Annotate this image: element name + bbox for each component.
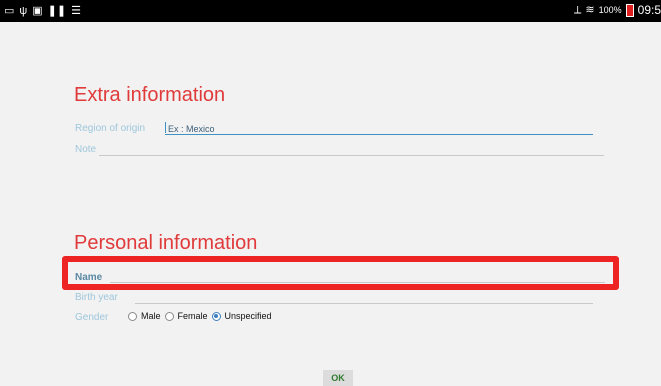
region-of-origin-input[interactable]: Ex : Mexico: [168, 124, 215, 134]
status-left-icons: ▭ ψ ▣ ❚❚ ☰: [4, 4, 81, 18]
note-label: Note: [75, 144, 97, 155]
gender-label: Gender: [75, 312, 109, 323]
gender-female-radio[interactable]: [164, 311, 174, 321]
name-field-highlight: [62, 256, 619, 290]
text-cursor: [165, 122, 166, 133]
status-right-icons: ⟂ ≋ 100% 09:5: [574, 3, 661, 17]
battery-percent: 100%: [598, 5, 622, 15]
clock: 09:5: [637, 3, 661, 17]
battery-icon: [625, 3, 634, 17]
gender-unspecified-radio[interactable]: [211, 311, 221, 321]
wifi-icon: ☰: [71, 5, 81, 17]
gender-male-radio[interactable]: [128, 311, 137, 321]
region-of-origin-label: Region of origin: [75, 123, 146, 134]
usb-icon: ψ: [19, 5, 28, 17]
gender-unspecified-label[interactable]: Unspecified: [225, 311, 272, 321]
birth-year-field[interactable]: [135, 303, 593, 304]
extra-information-title: Extra information: [74, 84, 226, 106]
region-of-origin-underline: [165, 134, 593, 135]
ok-button[interactable]: OK: [323, 370, 353, 386]
wifi-icon: ≋: [585, 4, 595, 16]
gender-female-label[interactable]: Female: [178, 311, 208, 321]
personal-information-title: Personal information: [74, 232, 258, 254]
screenshot-icon: ▣: [32, 5, 43, 17]
status-bar: ▭ ψ ▣ ❚❚ ☰ ⟂ ≋ 100% 09:5: [0, 0, 661, 22]
cast-icon: ▭: [4, 5, 15, 17]
pause-icon: ❚❚: [47, 5, 67, 17]
note-field[interactable]: [99, 155, 604, 156]
gender-radio-group: Male Female Unspecified: [128, 311, 272, 321]
no-signal-icon: ⟂: [574, 4, 582, 16]
gender-male-label[interactable]: Male: [141, 311, 161, 321]
birth-year-label: Birth year: [75, 292, 118, 303]
